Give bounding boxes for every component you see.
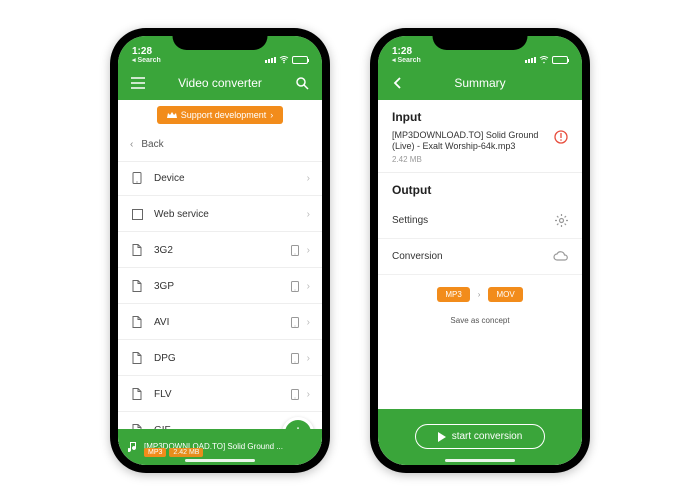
app-header: Video converter — [118, 66, 322, 100]
chevron-right-icon: › — [307, 245, 310, 256]
format-label: Web service — [154, 209, 307, 220]
start-button-label: start conversion — [452, 431, 523, 442]
status-back-to-search[interactable]: ◂ Search — [392, 57, 421, 64]
summary-content: Input [MP3DOWNLOAD.TO] Solid Ground (Liv… — [378, 100, 582, 465]
from-format-badge: MP3 — [437, 287, 469, 302]
battery-icon — [552, 56, 568, 64]
screen-right: 1:28 ◂ Search Summary Input [MP3DOWN — [378, 36, 582, 465]
status-time: 1:28 — [392, 47, 421, 57]
screen-left: 1:28 ◂ Search Video converter — [118, 36, 322, 465]
play-icon — [438, 432, 446, 442]
file-icon — [130, 352, 144, 364]
device-support-icon — [289, 389, 301, 400]
format-label: 3G2 — [154, 245, 289, 256]
back-icon[interactable] — [388, 73, 408, 93]
chevron-left-icon: ‹ — [130, 139, 133, 150]
format-row[interactable]: 3G2 › — [118, 234, 322, 268]
chevron-right-icon: › — [307, 389, 310, 400]
settings-label: Settings — [392, 215, 428, 226]
gear-icon — [555, 214, 568, 227]
format-row[interactable]: Device› — [118, 162, 322, 196]
home-indicator[interactable] — [185, 459, 255, 462]
arrow-right-icon: › — [476, 287, 483, 302]
file-icon — [130, 280, 144, 292]
music-note-icon — [128, 441, 138, 453]
input-heading: Input — [378, 100, 582, 130]
format-label: AVI — [154, 317, 289, 328]
back-label: Back — [141, 139, 310, 150]
format-row[interactable]: DPG › — [118, 342, 322, 376]
conversion-row[interactable]: Conversion — [378, 239, 582, 275]
format-row[interactable]: AVI › — [118, 306, 322, 340]
device-support-icon — [289, 281, 301, 292]
battery-icon — [292, 56, 308, 64]
chevron-right-icon: › — [270, 110, 273, 120]
status-time: 1:28 — [132, 47, 161, 57]
format-label: FLV — [154, 389, 289, 400]
status-back-to-search[interactable]: ◂ Search — [132, 57, 161, 64]
format-row[interactable]: Web service› — [118, 198, 322, 232]
notch — [173, 28, 268, 50]
format-label: Device — [154, 173, 307, 184]
warning-icon[interactable] — [554, 130, 568, 144]
cloud-icon — [553, 251, 568, 261]
format-list[interactable]: ‹ Back Device›Web service›3G2›3GP›AVI›DP… — [118, 128, 322, 448]
start-conversion-button[interactable]: start conversion — [415, 424, 546, 449]
settings-row[interactable]: Settings — [378, 203, 582, 239]
to-format-badge: MOV — [488, 287, 522, 302]
input-file-row[interactable]: [MP3DOWNLOAD.TO] Solid Ground (Live) - E… — [378, 130, 582, 173]
format-row[interactable]: 3GP › — [118, 270, 322, 304]
device-support-icon — [289, 353, 301, 364]
input-filename: [MP3DOWNLOAD.TO] Solid Ground (Live) - E… — [392, 130, 546, 153]
file-icon — [130, 388, 144, 400]
chevron-right-icon: › — [307, 353, 310, 364]
crown-icon — [167, 111, 177, 119]
input-size: 2.42 MB — [392, 155, 546, 164]
file-icon — [130, 244, 144, 256]
search-icon[interactable] — [292, 73, 312, 93]
signal-icon — [265, 57, 276, 63]
menu-icon[interactable] — [128, 73, 148, 93]
format-list-content: ‹ Back Device›Web service›3G2›3GP›AVI›DP… — [118, 128, 322, 465]
globe-icon — [130, 209, 144, 220]
banner-label: Support development — [181, 110, 267, 120]
footer-size-badge: 2.42 MB — [169, 448, 203, 457]
header-title: Summary — [408, 76, 552, 90]
save-as-concept[interactable]: Save as concept — [378, 308, 582, 333]
notch — [433, 28, 528, 50]
wifi-icon — [539, 56, 549, 64]
back-row[interactable]: ‹ Back — [118, 128, 322, 162]
file-icon — [130, 316, 144, 328]
device-support-icon — [289, 317, 301, 328]
conversion-label: Conversion — [392, 251, 443, 262]
output-heading: Output — [378, 173, 582, 203]
phone-right: 1:28 ◂ Search Summary Input [MP3DOWN — [370, 28, 590, 473]
device-support-icon — [289, 245, 301, 256]
chevron-right-icon: › — [307, 209, 310, 220]
start-footer: start conversion — [378, 409, 582, 465]
footer-badges: MP3 2.42 MB — [144, 448, 203, 457]
format-label: 3GP — [154, 281, 289, 292]
conversion-badges: MP3 › MOV — [378, 275, 582, 308]
app-header: Summary — [378, 66, 582, 100]
footer-format-badge: MP3 — [144, 448, 166, 457]
chevron-right-icon: › — [307, 317, 310, 328]
chevron-right-icon: › — [307, 173, 310, 184]
signal-icon — [525, 57, 536, 63]
wifi-icon — [279, 56, 289, 64]
device-icon — [130, 172, 144, 184]
phone-left: 1:28 ◂ Search Video converter — [110, 28, 330, 473]
format-label: DPG — [154, 353, 289, 364]
format-row[interactable]: FLV › — [118, 378, 322, 412]
home-indicator[interactable] — [445, 459, 515, 462]
header-title: Video converter — [148, 76, 292, 90]
support-banner[interactable]: Support development › — [157, 106, 284, 124]
chevron-right-icon: › — [307, 281, 310, 292]
